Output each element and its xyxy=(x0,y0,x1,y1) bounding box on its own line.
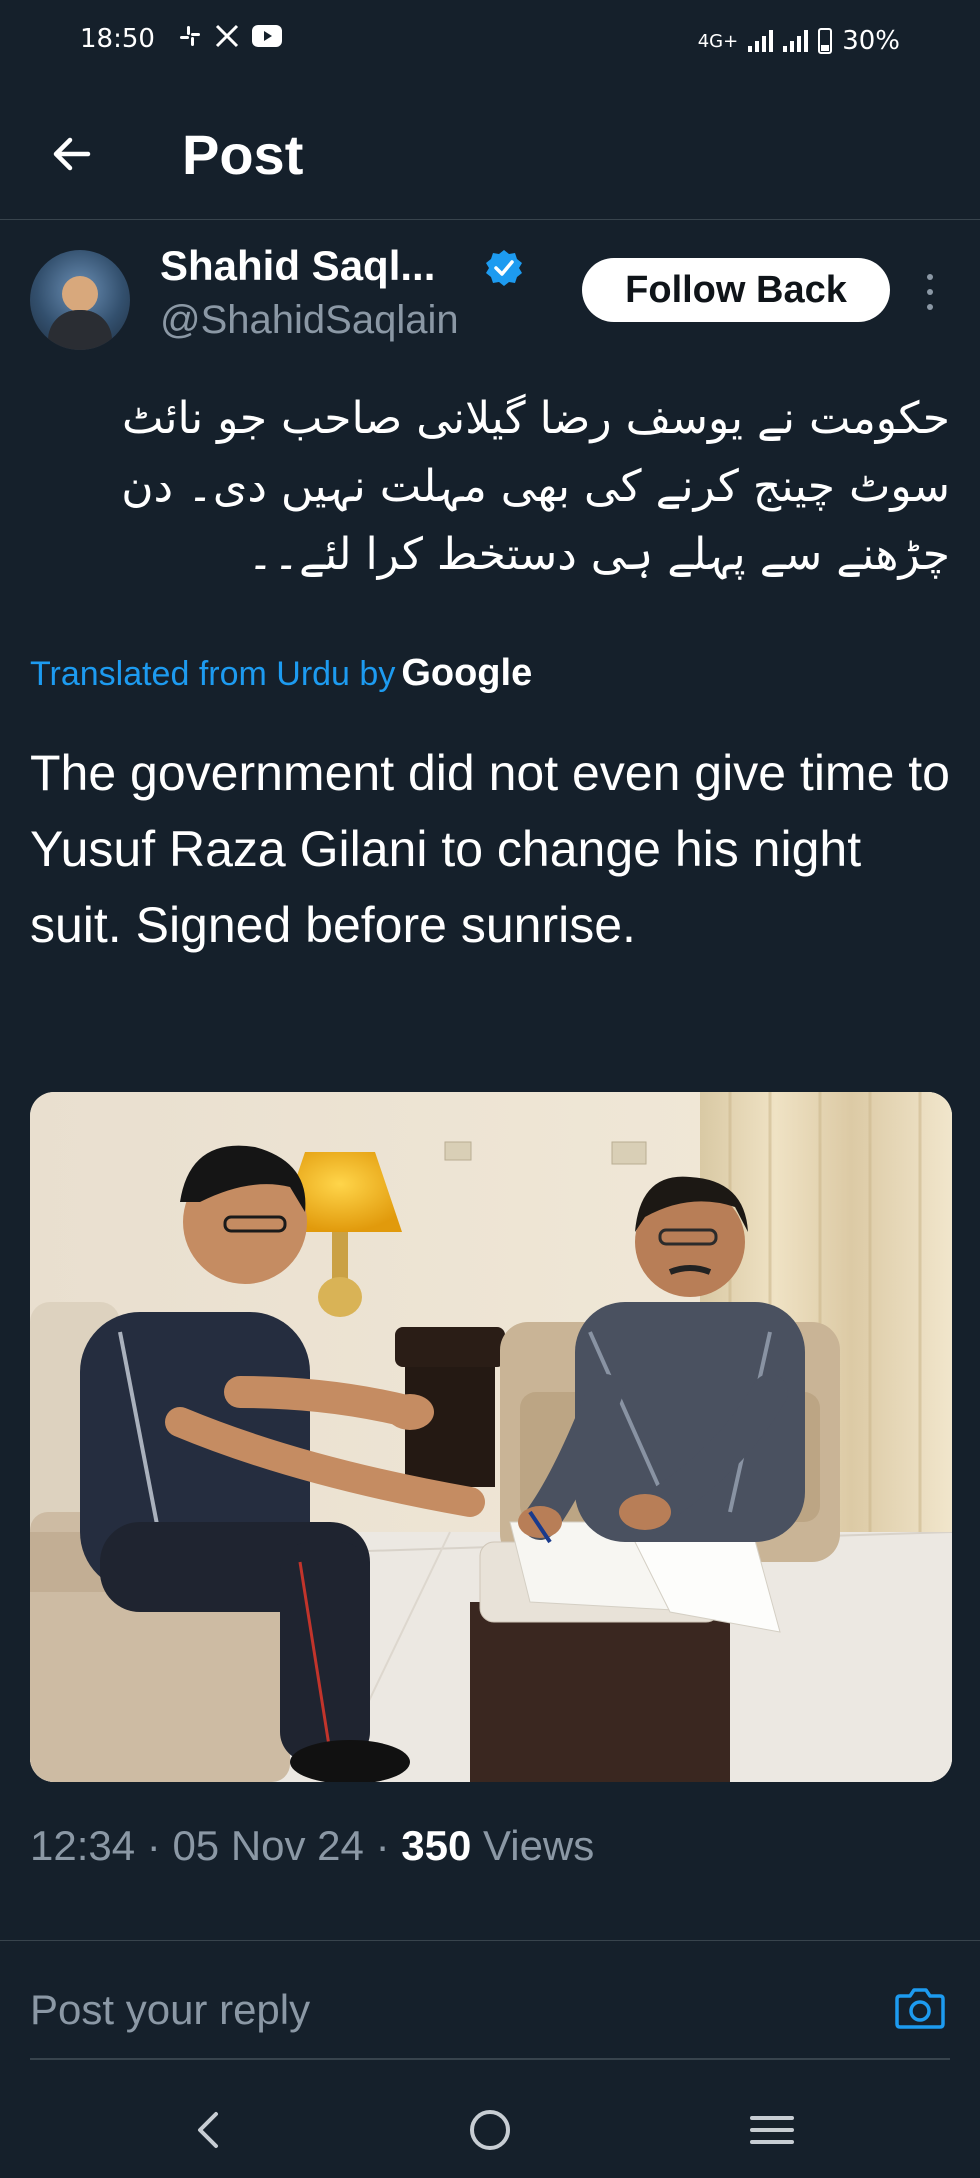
author-handle[interactable]: @ShahidSaqlain xyxy=(160,298,459,343)
more-vertical-icon[interactable] xyxy=(920,274,940,310)
slack-icon xyxy=(180,26,200,46)
author-name[interactable]: Shahid Saql... xyxy=(160,242,435,290)
follow-back-button[interactable]: Follow Back xyxy=(582,258,890,322)
x-icon xyxy=(215,24,239,48)
network-label: 4G+ xyxy=(697,30,739,52)
post-time: 12:34 xyxy=(30,1822,136,1869)
status-time: 18:50 xyxy=(80,24,155,54)
translation-notice[interactable]: Translated from Urdu by Google xyxy=(30,652,532,695)
post-image-illustration xyxy=(30,1092,952,1782)
back-arrow-icon[interactable] xyxy=(44,126,100,182)
reply-underline xyxy=(30,2058,950,2060)
top-bar: Post xyxy=(0,100,980,220)
post-date: 05 Nov 24 xyxy=(172,1822,364,1869)
post-text-urdu: حکومت نے یوسف رضا گیلانی صاحب جو نائٹ سو… xyxy=(121,393,950,580)
youtube-icon xyxy=(252,25,282,47)
battery-icon xyxy=(818,28,833,54)
status-right: 4G+ 30% xyxy=(698,26,900,56)
page-title: Post xyxy=(182,123,304,186)
nav-home-icon[interactable] xyxy=(460,2100,520,2160)
views-count: 350 xyxy=(401,1822,472,1869)
system-nav-bar xyxy=(0,2080,980,2178)
translated-label: Translated from Urdu by xyxy=(30,655,396,693)
avatar[interactable] xyxy=(30,250,130,350)
battery-percent: 30% xyxy=(842,26,900,56)
signal-icon xyxy=(748,30,774,52)
reply-input[interactable] xyxy=(30,1975,870,2045)
divider xyxy=(0,1940,980,1941)
post-text-translation: The government did not even give time to… xyxy=(30,745,950,953)
status-bar: 18:50 4G+ 30% xyxy=(0,0,980,90)
verified-badge-icon xyxy=(486,250,522,286)
signal-icon xyxy=(783,30,809,52)
post-meta: 12:34 · 05 Nov 24 · 350 Views xyxy=(30,1822,595,1869)
post-image[interactable] xyxy=(30,1092,952,1782)
camera-icon[interactable] xyxy=(894,1984,946,2032)
views-label: Views xyxy=(482,1822,595,1869)
nav-back-icon[interactable] xyxy=(180,2100,240,2160)
notification-icons xyxy=(178,24,282,48)
nav-recents-icon[interactable] xyxy=(742,2100,802,2160)
google-logo: Google xyxy=(401,652,533,694)
